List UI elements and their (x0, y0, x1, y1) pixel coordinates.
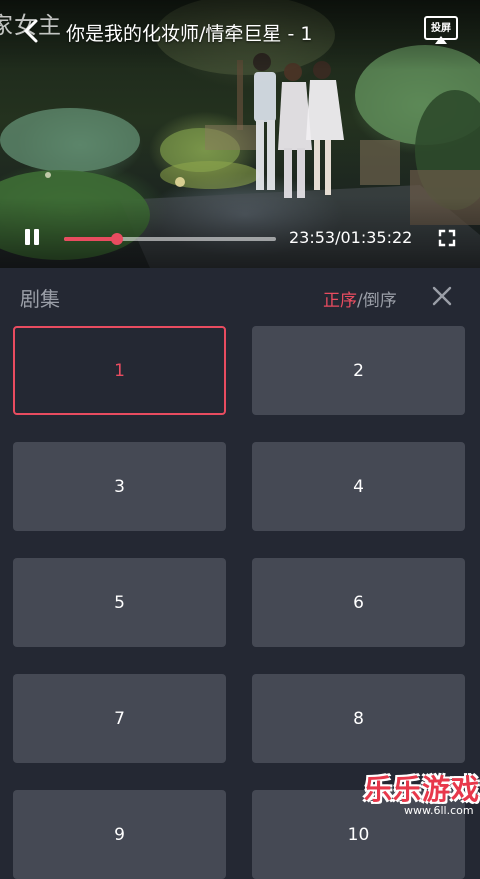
seek-bar[interactable] (64, 233, 276, 245)
fullscreen-icon[interactable] (438, 229, 456, 247)
cast-label: 投屏 (431, 23, 451, 34)
episode-button-9[interactable]: 9 (13, 790, 226, 879)
seek-bar-played (64, 237, 117, 241)
seek-bar-thumb[interactable] (111, 233, 123, 245)
back-arrow-icon[interactable] (20, 18, 42, 44)
figure-woman-2 (306, 61, 344, 195)
figure-man (253, 53, 276, 190)
episode-button-8[interactable]: 8 (252, 674, 465, 763)
episode-button-3[interactable]: 3 (13, 442, 226, 531)
pause-icon-bar (34, 229, 39, 245)
episode-button-5[interactable]: 5 (13, 558, 226, 647)
pause-button[interactable] (22, 227, 42, 247)
time-readout: 23:53/01:35:22 (289, 228, 413, 247)
cast-triangle-icon (435, 36, 447, 44)
sort-toggle: 正序/倒序 (323, 286, 397, 311)
cast-button[interactable]: 投屏 (424, 16, 458, 44)
episode-button-4[interactable]: 4 (252, 442, 465, 531)
episode-button-1[interactable]: 1 (13, 326, 226, 415)
site-watermark-url: www.6ll.com (404, 804, 474, 817)
pause-icon (25, 229, 30, 245)
site-watermark-brand: 乐乐游戏 (364, 773, 480, 806)
sort-descending-button[interactable]: 倒序 (363, 291, 397, 311)
sort-ascending-button[interactable]: 正序 (323, 291, 357, 311)
episode-button-6[interactable]: 6 (252, 558, 465, 647)
video-title: 你是我的化妆师/情牵巨星 - 1 (66, 23, 313, 45)
episodes-panel-header (0, 268, 480, 324)
panel-title: 剧集 (20, 287, 60, 311)
video-player[interactable]: 家女主 你是我的化妆师/情牵巨星 - 1 投屏 23:53/01:35:22 (0, 0, 480, 268)
episode-button-7[interactable]: 7 (13, 674, 226, 763)
episode-button-2[interactable]: 2 (252, 326, 465, 415)
site-watermark: 乐乐游戏 www.6ll.com (364, 768, 480, 820)
close-icon[interactable] (431, 285, 453, 307)
sort-separator: / (357, 291, 363, 311)
